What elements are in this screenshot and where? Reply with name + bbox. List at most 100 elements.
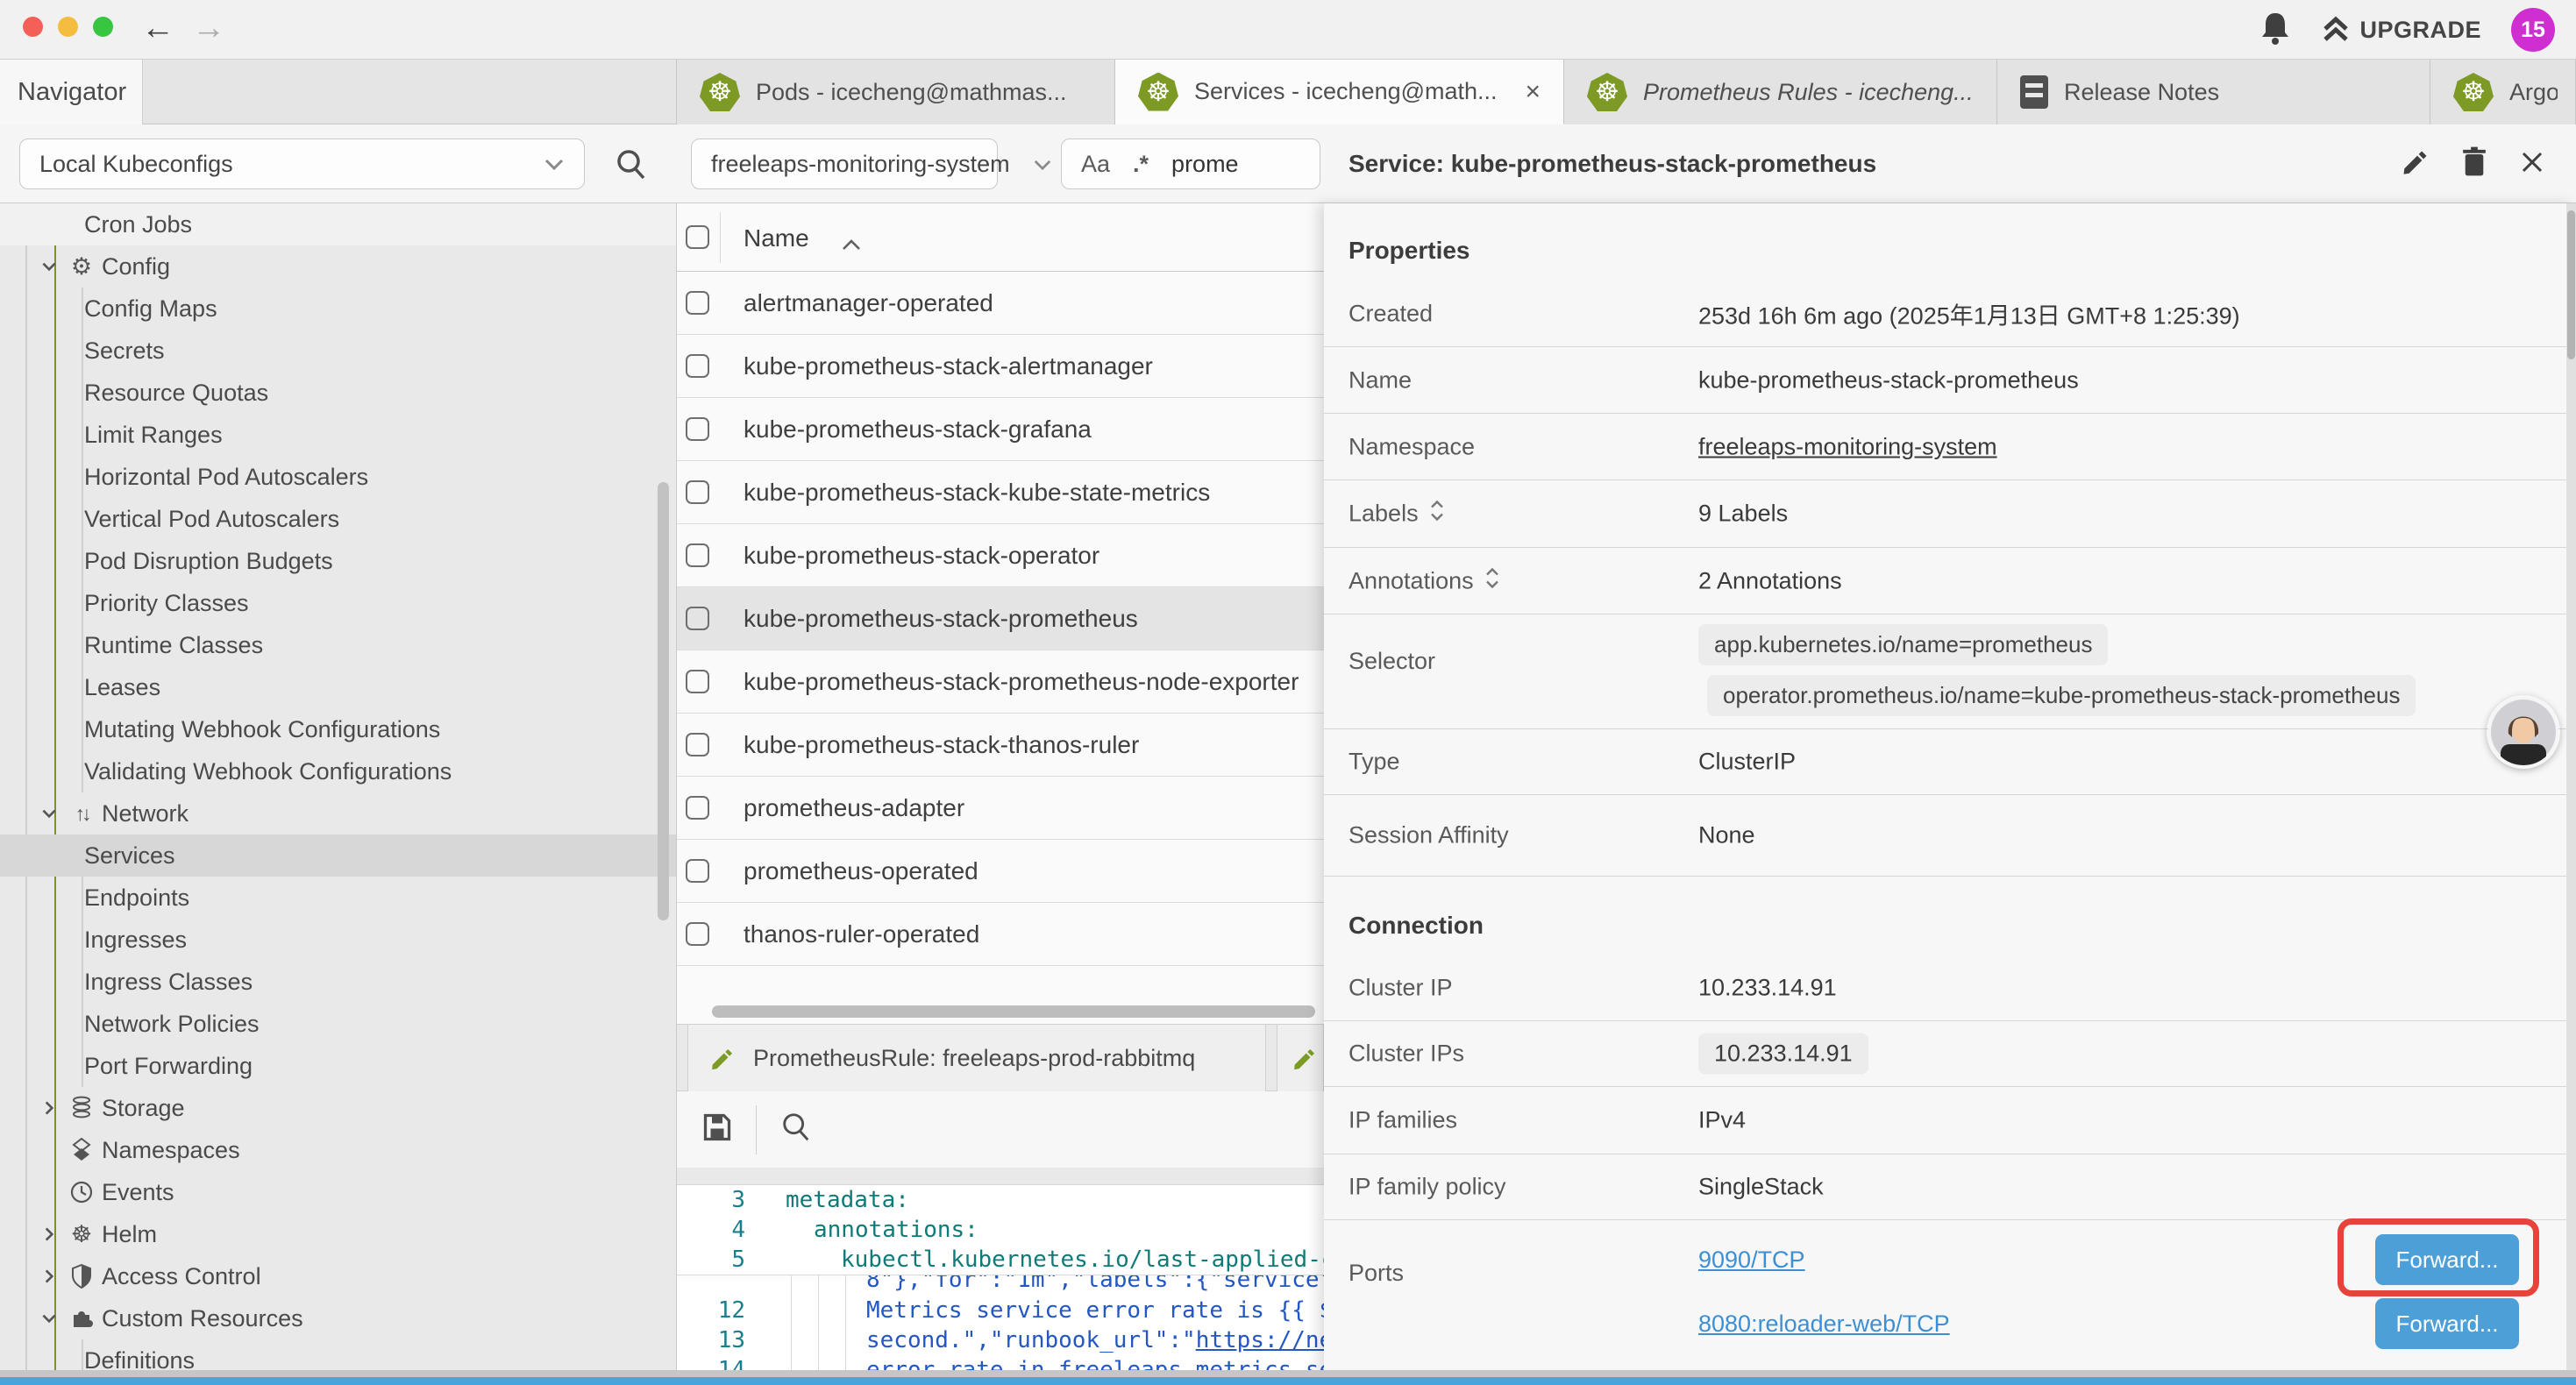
save-icon[interactable] — [701, 1112, 733, 1147]
table-row[interactable]: kube-prometheus-stack-operator — [677, 524, 1324, 587]
sidebar-item-cron-jobs[interactable]: Cron Jobs — [0, 203, 677, 245]
sidebar-item-horizontal-pod-autoscalers[interactable]: Horizontal Pod Autoscalers — [0, 456, 677, 498]
sidebar-item-port-forwarding[interactable]: Port Forwarding — [0, 1045, 677, 1087]
chevron-right-icon[interactable] — [39, 1267, 60, 1286]
list-header[interactable]: Name — [677, 203, 1324, 272]
table-row[interactable]: kube-prometheus-stack-prometheus-node-ex… — [677, 650, 1324, 714]
sidebar-item-endpoints[interactable]: Endpoints — [0, 877, 677, 919]
sidebar-item-resource-quotas[interactable]: Resource Quotas — [0, 372, 677, 414]
sidebar-item-validating-webhook-configurations[interactable]: Validating Webhook Configurations — [0, 750, 677, 792]
sidebar-item-secrets[interactable]: Secrets — [0, 330, 677, 372]
regex-icon[interactable]: .* — [1133, 151, 1149, 178]
forward-button[interactable]: Forward... — [2375, 1298, 2519, 1349]
chevron-down-icon[interactable] — [39, 1309, 60, 1328]
table-row[interactable]: kube-prometheus-stack-prometheus — [677, 587, 1324, 650]
row-checkbox[interactable] — [686, 922, 709, 946]
minimize-window-button[interactable] — [58, 17, 78, 37]
tab-prometheus[interactable]: ☸Prometheus Rules - icecheng... — [1564, 60, 1997, 124]
table-row[interactable]: kube-prometheus-stack-grafana — [677, 398, 1324, 461]
table-row[interactable]: kube-prometheus-stack-kube-state-metrics — [677, 461, 1324, 524]
name-filter-input[interactable] — [1171, 151, 1303, 178]
sidebar-item-leases[interactable]: Leases — [0, 666, 677, 708]
back-arrow-icon[interactable]: ← — [139, 11, 177, 46]
chevron-down-icon[interactable] — [39, 257, 60, 276]
row-checkbox[interactable] — [686, 354, 709, 378]
close-window-button[interactable] — [23, 17, 43, 37]
chevron-down-icon[interactable] — [39, 804, 60, 823]
port-link[interactable]: 9090/TCP — [1698, 1246, 1805, 1274]
row-checkbox[interactable] — [686, 607, 709, 630]
name-column-header[interactable]: Name — [744, 224, 809, 252]
table-row[interactable]: alertmanager-operated — [677, 272, 1324, 335]
row-checkbox[interactable] — [686, 417, 709, 441]
row-checkbox[interactable] — [686, 796, 709, 820]
sidebar-search-icon[interactable] — [614, 147, 649, 187]
yaml-editor[interactable]: 3metadata:4annotations:5kubectl.kubernet… — [677, 1185, 1324, 1385]
sidebar-item-access-control[interactable]: Access Control — [0, 1255, 677, 1297]
tab-release[interactable]: Release Notes — [1997, 60, 2430, 124]
delete-trash-icon[interactable] — [2460, 146, 2488, 182]
port-link[interactable]: 8080:reloader-web/TCP — [1698, 1310, 1950, 1338]
match-case-icon[interactable]: Aa — [1081, 151, 1110, 178]
editor-tab-next-partial[interactable] — [1277, 1025, 1324, 1092]
tab-argo[interactable]: ☸Argo Se — [2430, 60, 2576, 124]
section-header-properties: Properties — [1324, 203, 2576, 281]
expand-toggle-icon[interactable] — [1484, 566, 1500, 595]
sidebar-item-helm[interactable]: ☸Helm — [0, 1213, 677, 1255]
sidebar-item-ingresses[interactable]: Ingresses — [0, 919, 677, 961]
sidebar-item-storage[interactable]: Storage — [0, 1087, 677, 1129]
tab-services[interactable]: ☸Services - icecheng@math...× — [1115, 60, 1564, 124]
table-row[interactable]: prometheus-operated — [677, 840, 1324, 903]
upgrade-button[interactable]: UPGRADE — [2321, 15, 2481, 45]
row-checkbox[interactable] — [686, 480, 709, 504]
sidebar-item-limit-ranges[interactable]: Limit Ranges — [0, 414, 677, 456]
editor-search-icon[interactable] — [779, 1111, 813, 1148]
kubeconfig-selector[interactable]: Local Kubeconfigs — [19, 138, 585, 189]
sidebar-item-config-maps[interactable]: Config Maps — [0, 288, 677, 330]
forward-button[interactable]: Forward... — [2375, 1234, 2519, 1285]
close-panel-icon[interactable] — [2518, 148, 2546, 181]
sidebar-item-network[interactable]: ↑↓Network — [0, 792, 677, 835]
chevron-right-icon[interactable] — [39, 1225, 60, 1244]
close-tab-icon[interactable]: × — [1526, 77, 1541, 107]
chevron-right-icon[interactable] — [39, 1098, 60, 1118]
row-checkbox[interactable] — [686, 733, 709, 756]
table-row[interactable]: kube-prometheus-stack-thanos-ruler — [677, 714, 1324, 777]
namespace-selector[interactable]: freeleaps-monitoring-system — [691, 138, 998, 189]
sidebar-item-events[interactable]: Events — [0, 1171, 677, 1213]
expand-toggle-icon[interactable] — [1429, 500, 1445, 529]
user-avatar[interactable] — [2487, 695, 2560, 769]
sidebar-item-services[interactable]: Services — [0, 835, 677, 877]
editor-tab-prometheusrule[interactable]: PrometheusRule: freeleaps-prod-rabbitmq — [687, 1025, 1266, 1092]
row-checkbox[interactable] — [686, 291, 709, 315]
row-checkbox[interactable] — [686, 859, 709, 883]
namespace-link[interactable]: freeleaps-monitoring-system — [1698, 433, 1997, 460]
forward-arrow-icon[interactable]: → — [189, 11, 228, 46]
maximize-window-button[interactable] — [93, 17, 113, 37]
sidebar-item-network-policies[interactable]: Network Policies — [0, 1003, 677, 1045]
details-scrollbar[interactable] — [2566, 203, 2576, 1385]
tab-pods[interactable]: ☸Pods - icecheng@mathmas... — [677, 60, 1115, 124]
sidebar-item-vertical-pod-autoscalers[interactable]: Vertical Pod Autoscalers — [0, 498, 677, 540]
edit-pencil-icon[interactable] — [2401, 147, 2430, 181]
kubernetes-icon: ☸ — [2453, 73, 2494, 111]
select-all-checkbox[interactable] — [686, 225, 709, 249]
sidebar-item-runtime-classes[interactable]: Runtime Classes — [0, 624, 677, 666]
sidebar-item-mutating-webhook-configurations[interactable]: Mutating Webhook Configurations — [0, 708, 677, 750]
table-row[interactable]: thanos-ruler-operated — [677, 903, 1324, 966]
sidebar-item-priority-classes[interactable]: Priority Classes — [0, 582, 677, 624]
row-checkbox[interactable] — [686, 670, 709, 693]
notification-badge[interactable]: 15 — [2511, 8, 2555, 52]
table-row[interactable]: prometheus-adapter — [677, 777, 1324, 840]
tab-navigator[interactable]: Navigator — [0, 60, 143, 124]
sidebar-item-namespaces[interactable]: Namespaces — [0, 1129, 677, 1171]
horizontal-scrollbar[interactable] — [712, 1005, 1315, 1018]
bell-icon[interactable] — [2259, 11, 2291, 50]
sidebar-item-pod-disruption-budgets[interactable]: Pod Disruption Budgets — [0, 540, 677, 582]
sidebar-scrollbar[interactable] — [658, 482, 669, 920]
table-row[interactable]: kube-prometheus-stack-alertmanager — [677, 335, 1324, 398]
sidebar-item-config[interactable]: ⚙Config — [0, 245, 677, 288]
sidebar-item-custom-resources[interactable]: Custom Resources — [0, 1297, 677, 1339]
row-checkbox[interactable] — [686, 543, 709, 567]
sidebar-item-ingress-classes[interactable]: Ingress Classes — [0, 961, 677, 1003]
